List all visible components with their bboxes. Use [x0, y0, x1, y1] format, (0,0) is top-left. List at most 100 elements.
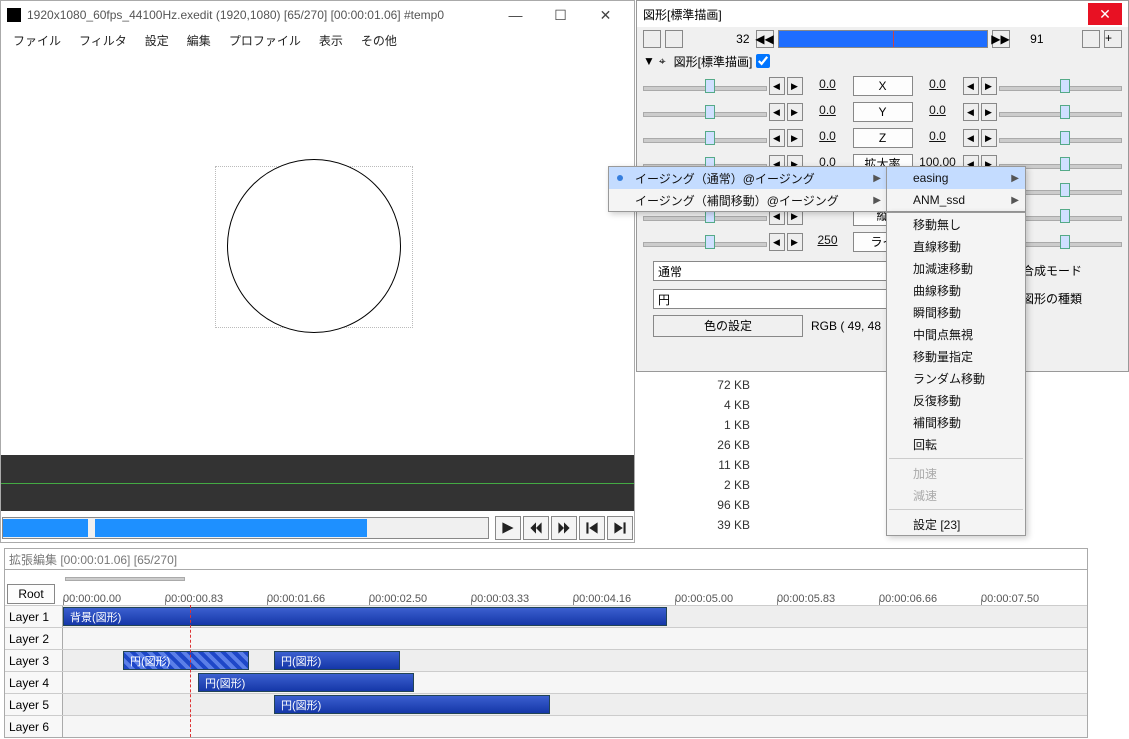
increment-button[interactable]: ▶	[981, 129, 997, 147]
increment-button[interactable]: ▶	[981, 103, 997, 121]
maximize-button[interactable]: ☐	[538, 1, 583, 29]
timeline-layers[interactable]: Layer 1背景(図形)Layer 2Layer 3円(図形)円(図形)Lay…	[5, 605, 1087, 737]
value-right[interactable]: 0.0	[915, 77, 961, 95]
preview-canvas[interactable]	[1, 59, 634, 441]
decrement-button[interactable]: ◀	[963, 103, 979, 121]
context-menu-category[interactable]: easing▶ANM_ssd▶	[886, 166, 1026, 212]
menu-file[interactable]: ファイル	[5, 30, 69, 51]
decrement-button[interactable]: ◀	[963, 129, 979, 147]
layer-name[interactable]: Layer 6	[5, 716, 63, 737]
context-item[interactable]: 中間点無視	[887, 323, 1025, 345]
context-item[interactable]: ANM_ssd▶	[887, 189, 1025, 211]
layer-track[interactable]: 円(図形)	[63, 672, 1087, 693]
context-menu-scripts[interactable]: イージング（通常）@イージング ▶ イージング（補間移動）@イージング ▶	[608, 166, 888, 212]
context-item-easing-interp[interactable]: イージング（補間移動）@イージング ▶	[609, 189, 887, 211]
context-item[interactable]: 反復移動	[887, 389, 1025, 411]
tool-icon-3[interactable]	[1082, 30, 1100, 48]
layer-track[interactable]: 円(図形) 円(図形)	[63, 650, 1087, 671]
timeline-clip[interactable]: 背景(図形)	[63, 607, 667, 626]
context-item[interactable]: easing▶	[887, 167, 1025, 189]
menu-edit[interactable]: 編集	[179, 30, 219, 51]
decrement-button[interactable]: ◀	[963, 77, 979, 95]
preview-titlebar[interactable]: 1920x1080_60fps_44100Hz.exedit (1920,108…	[1, 1, 634, 29]
layer-name[interactable]: Layer 5	[5, 694, 63, 715]
param-label-button[interactable]: Z	[853, 128, 913, 148]
context-item[interactable]: 移動量指定	[887, 345, 1025, 367]
slider-left[interactable]	[643, 128, 767, 148]
layer-track[interactable]: 背景(図形)	[63, 606, 1087, 627]
tool-icon-2[interactable]	[665, 30, 683, 48]
context-item[interactable]: 加減速移動	[887, 257, 1025, 279]
slider-right[interactable]	[999, 102, 1123, 122]
timeline-layer[interactable]: Layer 2	[5, 627, 1087, 649]
timeline-cursor[interactable]	[190, 605, 191, 737]
slider-right[interactable]	[999, 76, 1123, 96]
tool-icon-4[interactable]: +	[1104, 30, 1122, 48]
layer-track[interactable]	[63, 628, 1087, 649]
timeline-zoom-slider[interactable]	[65, 572, 185, 582]
slider-left[interactable]	[643, 232, 767, 252]
context-item[interactable]: ランダム移動	[887, 367, 1025, 389]
layer-track[interactable]: 円(図形)	[63, 694, 1087, 715]
next-frame-button[interactable]	[551, 516, 577, 540]
increment-button[interactable]: ▶	[787, 129, 803, 147]
value-left[interactable]: 0.0	[805, 129, 851, 147]
decrement-button[interactable]: ◀	[769, 77, 785, 95]
layer-track[interactable]	[63, 716, 1087, 737]
decrement-button[interactable]: ◀	[769, 233, 785, 251]
mouse-icon[interactable]: ⌖	[659, 54, 666, 69]
timeline-ruler[interactable]: Root 00:00:00.0000:00:00.8300:00:01.6600…	[5, 569, 1087, 605]
context-item[interactable]: 曲線移動	[887, 279, 1025, 301]
go-end-button[interactable]	[607, 516, 633, 540]
minimize-button[interactable]: —	[493, 1, 538, 29]
value-right[interactable]: 0.0	[915, 103, 961, 121]
color-settings-button[interactable]: 色の設定	[653, 315, 803, 337]
timeline-clip[interactable]: 円(図形)	[274, 695, 550, 714]
timeline-clip[interactable]: 円(図形)	[274, 651, 400, 670]
property-enable-checkbox[interactable]	[756, 54, 770, 68]
decrement-button[interactable]: ◀	[769, 103, 785, 121]
context-item[interactable]: 直線移動	[887, 235, 1025, 257]
menu-settings[interactable]: 設定	[137, 30, 177, 51]
menu-other[interactable]: その他	[353, 30, 405, 51]
menu-view[interactable]: 表示	[311, 30, 351, 51]
prev-frame-button[interactable]	[523, 516, 549, 540]
play-button[interactable]	[495, 516, 521, 540]
go-start-button[interactable]	[579, 516, 605, 540]
param-label-button[interactable]: X	[853, 76, 913, 96]
timeline-root-button[interactable]: Root	[7, 584, 55, 604]
increment-button[interactable]: ▶	[787, 77, 803, 95]
context-menu-movetype[interactable]: 移動無し直線移動加減速移動曲線移動瞬間移動中間点無視移動量指定ランダム移動反復移…	[886, 212, 1026, 536]
decrement-button[interactable]: ◀	[769, 129, 785, 147]
context-item[interactable]: 補間移動	[887, 411, 1025, 433]
timeline-layer[interactable]: Layer 5 円(図形)	[5, 693, 1087, 715]
menu-filter[interactable]: フィルタ	[71, 30, 135, 51]
timeline-layer[interactable]: Layer 1背景(図形)	[5, 605, 1087, 627]
increment-button[interactable]: ▶	[787, 103, 803, 121]
context-item[interactable]: 移動無し	[887, 213, 1025, 235]
slider-left[interactable]	[643, 102, 767, 122]
increment-button[interactable]: ▶	[981, 77, 997, 95]
timeline-clip[interactable]: 円(図形)	[198, 673, 414, 692]
timeline-layer[interactable]: Layer 4 円(図形)	[5, 671, 1087, 693]
context-item[interactable]: 回転	[887, 433, 1025, 455]
context-item[interactable]: 瞬間移動	[887, 301, 1025, 323]
layer-name[interactable]: Layer 4	[5, 672, 63, 693]
property-close-button[interactable]: ✕	[1088, 3, 1122, 25]
rewind-button[interactable]: ◀◀	[756, 30, 774, 48]
collapse-arrow-icon[interactable]: ▼	[643, 54, 655, 68]
close-button[interactable]: ✕	[583, 1, 628, 29]
timeline-layer[interactable]: Layer 3円(図形)円(図形)	[5, 649, 1087, 671]
property-titlebar[interactable]: 図形[標準描画] ✕	[637, 1, 1128, 27]
timeline-layer[interactable]: Layer 6	[5, 715, 1087, 737]
tool-icon-1[interactable]	[643, 30, 661, 48]
slider-right[interactable]	[999, 128, 1123, 148]
timeline-clip[interactable]: 円(図形)	[123, 651, 249, 670]
context-item-settings[interactable]: 設定 [23]	[887, 513, 1025, 535]
context-item-easing-normal[interactable]: イージング（通常）@イージング ▶	[609, 167, 887, 189]
slider-left[interactable]	[643, 76, 767, 96]
param-label-button[interactable]: Y	[853, 102, 913, 122]
menu-profile[interactable]: プロファイル	[221, 30, 309, 51]
frame-progress[interactable]	[778, 30, 988, 48]
value-left[interactable]: 250	[805, 233, 851, 251]
